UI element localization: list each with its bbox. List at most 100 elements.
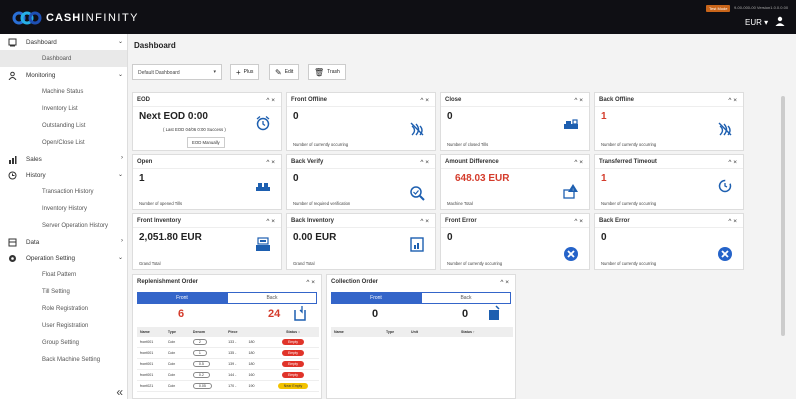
infinity-logo-icon xyxy=(12,11,42,25)
tab-front[interactable]: Front xyxy=(137,292,227,304)
user-icon[interactable] xyxy=(775,16,785,26)
widget-eod: EOD ^ × Next EOD 0:00 ( Last EOD 04/06 0… xyxy=(132,92,282,151)
table-row[interactable]: front021 Coin 0.05 170 - 190 Near Empty xyxy=(137,381,319,392)
sidebar-item-till-setting[interactable]: Till Setting xyxy=(0,283,127,300)
sidebar-nav: Dashboard ⌄ Dashboard Monitoring ⌄ Machine St… xyxy=(0,34,127,368)
widget-controls[interactable]: ^ × xyxy=(728,97,737,104)
sidebar-item-server-operation-history[interactable]: Server Operation History xyxy=(0,217,127,234)
sidebar-group-history[interactable]: History ⌄ xyxy=(0,167,127,183)
widget-controls[interactable]: ^ × xyxy=(266,97,275,104)
status-badge: Empty xyxy=(282,361,304,367)
widget-close: Close ^ × 0 Number of closed Tills xyxy=(440,92,590,151)
widget-footer: Number of currently occurring xyxy=(447,261,503,266)
widget-controls[interactable]: ^ × xyxy=(728,159,737,166)
table-row[interactable]: front001 Coin 1 135 - 180 Empty xyxy=(137,348,319,359)
sidebar-group-dashboard[interactable]: Dashboard ⌄ xyxy=(0,34,127,50)
widget-title: EOD xyxy=(137,97,151,103)
sidebar-item-group-setting[interactable]: Group Setting xyxy=(0,334,127,351)
collapse-sidebar-button[interactable]: « xyxy=(116,385,123,399)
edit-button[interactable]: ✎ Edit xyxy=(269,64,300,80)
sidebar-item-inventory-history[interactable]: Inventory History xyxy=(0,200,127,217)
chevron-down-icon: ⌄ xyxy=(117,255,123,261)
sidebar-group-monitoring[interactable]: Monitoring ⌄ xyxy=(0,67,127,83)
replenishment-tabs: Front Back xyxy=(137,292,317,304)
chevron-down-icon: ⌄ xyxy=(117,72,123,78)
widget-controls[interactable]: ^ × xyxy=(420,218,429,225)
widget-title: Back Error xyxy=(599,218,630,224)
widget-controls[interactable]: ^ × xyxy=(306,279,315,286)
cell-status: Empty xyxy=(267,361,319,367)
denom-pill: 1 xyxy=(192,350,207,356)
last-eod-status: ( Last EOD 04/06 0:00 Success ) xyxy=(163,127,226,132)
widget-footer: Grand Total xyxy=(139,261,161,266)
sidebar-item-back-machine-setting[interactable]: Back Machine Setting xyxy=(0,351,127,368)
eod-value: Next EOD 0:00 xyxy=(139,111,208,122)
sidebar-item-float-pattern[interactable]: Float Pattern xyxy=(0,266,127,283)
widget-controls[interactable]: ^ × xyxy=(266,159,275,166)
widget-value: 1 xyxy=(601,111,607,122)
version-info: 9-00-000-00 Version1.0.0.0.00 xyxy=(734,5,789,10)
tab-back[interactable]: Back xyxy=(227,292,317,304)
sidebar-item-machine-status[interactable]: Machine Status xyxy=(0,83,127,100)
sidebar-item-dashboard[interactable]: Dashboard xyxy=(0,50,127,67)
sidebar-item-role-registration[interactable]: Role Registration xyxy=(0,300,127,317)
trash-button[interactable]: 🗑 Trash xyxy=(308,64,346,80)
collection-tabs: Front Back xyxy=(331,292,511,304)
widget-value: 0 xyxy=(447,232,453,243)
widget-title: Transferred Timeout xyxy=(599,159,657,165)
sales-icon xyxy=(9,155,17,164)
sidebar-group-sales[interactable]: Sales › xyxy=(0,151,127,167)
sidebar-item-user-registration[interactable]: User Registration xyxy=(0,317,127,334)
sidebar-group-data[interactable]: Data › xyxy=(0,234,127,250)
refill-icon xyxy=(294,306,306,321)
widget-footer: Number of closed Tills xyxy=(447,142,489,147)
currency-select[interactable]: EUR ▾ xyxy=(745,18,768,27)
table-row[interactable]: front001 Coin 0.2 144 - 160 Empty xyxy=(137,370,319,381)
till-open-icon xyxy=(256,183,270,191)
chevron-down-icon: ⌄ xyxy=(117,172,123,178)
tab-front[interactable]: Front xyxy=(331,292,421,304)
widget-value: 2,051.80 EUR xyxy=(139,232,202,243)
eod-manually-button[interactable]: EOD Manually xyxy=(187,137,225,148)
widget-controls[interactable]: ^ × xyxy=(420,97,429,104)
cell-denom: 1 xyxy=(192,350,228,356)
widget-controls[interactable]: ^ × xyxy=(500,279,509,286)
machine-warning-icon: ! xyxy=(563,184,578,199)
cell-denom: 2 xyxy=(192,339,228,345)
sidebar-item-transaction-history[interactable]: Transaction History xyxy=(0,183,127,200)
widget-controls[interactable]: ^ × xyxy=(266,218,275,225)
table-header: Name Type Denom Piece Status ↕ xyxy=(137,327,319,337)
sidebar-item-inventory-list[interactable]: Inventory List xyxy=(0,100,127,117)
brand-logo[interactable]: CASHINFINITY xyxy=(12,10,139,26)
widget-title: Back Verify xyxy=(291,159,324,165)
sidebar-item-outstanding-list[interactable]: Outstanding List xyxy=(0,117,127,134)
table-row[interactable]: front001 Coin 0.5 139 - 180 Empty xyxy=(137,359,319,370)
widget-controls[interactable]: ^ × xyxy=(420,159,429,166)
widget-title: Front Inventory xyxy=(137,218,182,224)
widget-footer: Number of opened Tills xyxy=(139,201,183,206)
cell-type: Coin xyxy=(167,351,176,355)
sidebar-group-label: Dashboard xyxy=(26,38,57,46)
widget-controls[interactable]: ^ × xyxy=(574,97,583,104)
sidebar-group-operation-setting[interactable]: Operation Setting ⌄ xyxy=(0,250,127,266)
table-row[interactable]: front001 Coin 2 133 - 180 Empty xyxy=(137,337,319,348)
history-icon xyxy=(8,171,17,179)
plus-button[interactable]: + Plus xyxy=(230,64,260,80)
cell-type: Coin xyxy=(167,373,176,377)
scrollbar[interactable] xyxy=(779,96,787,399)
cell-type: Coin xyxy=(167,340,176,344)
cell-piece: 133 - xyxy=(228,340,237,344)
widget-controls[interactable]: ^ × xyxy=(574,159,583,166)
collection-order-panel: Collection Order ^ × Front Back 0 0 Name… xyxy=(326,274,516,399)
widget-controls[interactable]: ^ × xyxy=(574,218,583,225)
status-badge: Near Empty xyxy=(277,383,309,389)
widget-value: 0 xyxy=(293,173,299,184)
widget-front-inventory: Front Inventory ^ × 2,051.80 EUR Grand T… xyxy=(132,213,282,270)
sidebar-item-open-close-list[interactable]: Open/Close List xyxy=(0,134,127,151)
error-x-icon xyxy=(718,247,732,261)
widget-title: Amount Difference xyxy=(445,159,499,165)
widget-controls[interactable]: ^ × xyxy=(728,218,737,225)
dashboard-select[interactable]: Default Dashboard ▾ xyxy=(132,64,222,80)
tab-back[interactable]: Back xyxy=(421,292,511,304)
till-locked-icon xyxy=(564,119,578,129)
